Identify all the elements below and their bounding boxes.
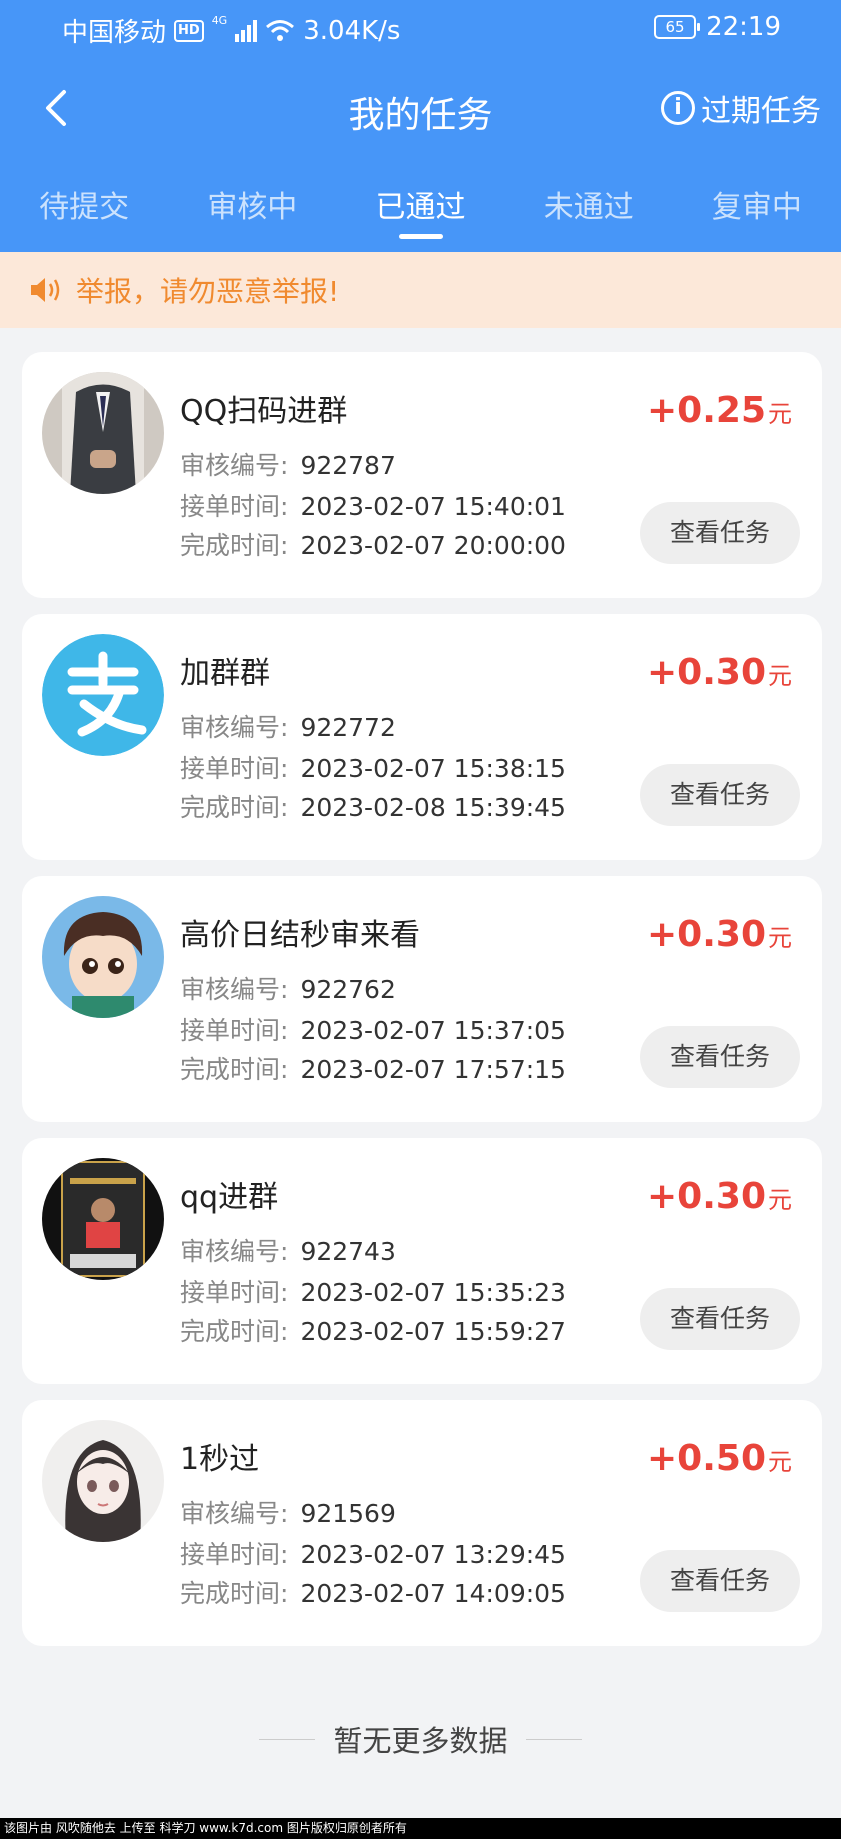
- finish-time-row: 完成时间: 2023-02-07 17:57:15: [180, 1055, 566, 1084]
- task-title: 高价日结秒审来看: [180, 918, 420, 953]
- accept-time-row: 接单时间: 2023-02-07 15:40:01: [180, 492, 566, 521]
- finish-time: 2023-02-07 14:09:05: [300, 1579, 566, 1608]
- accept-time: 2023-02-07 13:29:45: [300, 1540, 566, 1569]
- network-speed: 3.04K/s: [303, 15, 401, 46]
- tab-reviewing[interactable]: 审核中: [168, 176, 336, 252]
- header: 中国移动 HD 4G 3.04K/s 65 22:19 我的任务 i 过期任务 …: [0, 0, 841, 252]
- view-task-button[interactable]: 查看任务: [640, 764, 800, 826]
- task-card[interactable]: 1秒过 审核编号: 921569 接单时间: 2023-02-07 13:29:45…: [22, 1400, 822, 1646]
- review-number-row: 审核编号: 922772: [180, 713, 396, 742]
- finish-time-row: 完成时间: 2023-02-07 20:00:00: [180, 531, 566, 560]
- task-title: 加群群: [180, 656, 270, 691]
- alipay-logo-avatar: [42, 634, 164, 756]
- finish-time: 2023-02-07 20:00:00: [300, 531, 566, 560]
- expired-tasks-label: 过期任务: [701, 94, 821, 129]
- task-card[interactable]: 高价日结秒审来看 审核编号: 922762 接单时间: 2023-02-07 15:…: [22, 876, 822, 1122]
- view-task-button[interactable]: 查看任务: [640, 1550, 800, 1612]
- accept-time: 2023-02-07 15:38:15: [300, 754, 566, 783]
- review-number: 921569: [300, 1499, 396, 1528]
- notice-bar: 举报，请勿恶意举报!: [0, 252, 841, 328]
- review-number: 922787: [300, 451, 396, 480]
- review-number-row: 审核编号: 921569: [180, 1499, 396, 1528]
- reward-amount: +0.30元: [647, 652, 792, 693]
- notice-text: 举报，请勿恶意举报!: [76, 275, 340, 308]
- task-list: QQ扫码进群 审核编号: 922787 接单时间: 2023-02-07 15:40…: [22, 352, 822, 1662]
- divider: [259, 1738, 316, 1740]
- finish-time-row: 完成时间: 2023-02-07 15:59:27: [180, 1317, 566, 1346]
- accept-time-row: 接单时间: 2023-02-07 15:38:15: [180, 754, 566, 783]
- reward-amount: +0.30元: [647, 1176, 792, 1217]
- review-number: 922772: [300, 713, 396, 742]
- accept-time: 2023-02-07 15:37:05: [300, 1016, 566, 1045]
- review-number-row: 审核编号: 922762: [180, 975, 396, 1004]
- accept-time: 2023-02-07 15:40:01: [300, 492, 566, 521]
- poster-avatar: [42, 1158, 164, 1280]
- finish-time-row: 完成时间: 2023-02-08 15:39:45: [180, 793, 566, 822]
- accept-time-row: 接单时间: 2023-02-07 15:35:23: [180, 1278, 566, 1307]
- finish-time-row: 完成时间: 2023-02-07 14:09:05: [180, 1579, 566, 1608]
- battery-icon: 65: [654, 15, 701, 39]
- cartoon-boy-avatar: [42, 896, 164, 1018]
- divider: [525, 1738, 582, 1740]
- task-title: qq进群: [180, 1180, 279, 1215]
- clock: 22:19: [706, 12, 781, 42]
- view-task-button[interactable]: 查看任务: [640, 502, 800, 564]
- review-number: 922743: [300, 1237, 396, 1266]
- task-card[interactable]: 加群群 审核编号: 922772 接单时间: 2023-02-07 15:38:15…: [22, 614, 822, 860]
- person-in-suit-avatar: [42, 372, 164, 494]
- tab-approved[interactable]: 已通过: [336, 176, 504, 252]
- nav-bar: 我的任务 i 过期任务: [0, 70, 841, 146]
- view-task-button[interactable]: 查看任务: [640, 1288, 800, 1350]
- anime-girl-avatar: [42, 1420, 164, 1542]
- wifi-icon: [266, 19, 295, 41]
- review-number: 922762: [300, 975, 396, 1004]
- task-title: QQ扫码进群: [180, 394, 348, 429]
- reward-amount: +0.25元: [647, 390, 792, 431]
- finish-time: 2023-02-08 15:39:45: [300, 793, 566, 822]
- info-icon: i: [661, 91, 695, 125]
- status-bar: 中国移动 HD 4G 3.04K/s 65 22:19: [0, 0, 841, 60]
- reward-amount: +0.30元: [647, 914, 792, 955]
- speaker-icon: [31, 278, 60, 302]
- accept-time-row: 接单时间: 2023-02-07 15:37:05: [180, 1016, 566, 1045]
- task-card[interactable]: qq进群 审核编号: 922743 接单时间: 2023-02-07 15:35:2…: [22, 1138, 822, 1384]
- tab-re-review[interactable]: 复审中: [673, 176, 841, 252]
- finish-time: 2023-02-07 15:59:27: [300, 1317, 566, 1346]
- signal-icon: [235, 19, 258, 42]
- review-number-row: 审核编号: 922787: [180, 451, 396, 480]
- tab-rejected[interactable]: 未通过: [505, 176, 673, 252]
- tab-pending-submit[interactable]: 待提交: [0, 176, 168, 252]
- watermark-bar: 该图片由 风吹随他去 上传至 科学刀 www.k7d.com 图片版权归原创者所…: [0, 1818, 841, 1839]
- expired-tasks-button[interactable]: i 过期任务: [661, 86, 821, 130]
- reward-amount: +0.50元: [647, 1438, 792, 1479]
- task-card[interactable]: QQ扫码进群 审核编号: 922787 接单时间: 2023-02-07 15:40…: [22, 352, 822, 598]
- accept-time: 2023-02-07 15:35:23: [300, 1278, 566, 1307]
- view-task-button[interactable]: 查看任务: [640, 1026, 800, 1088]
- no-more-data: 暂无更多数据: [0, 1718, 841, 1760]
- accept-time-row: 接单时间: 2023-02-07 13:29:45: [180, 1540, 566, 1569]
- finish-time: 2023-02-07 17:57:15: [300, 1055, 566, 1084]
- carrier-name: 中国移动: [62, 18, 167, 48]
- hd-badge: HD: [174, 19, 204, 42]
- task-title: 1秒过: [180, 1442, 260, 1477]
- no-more-text: 暂无更多数据: [333, 1724, 508, 1758]
- review-number-row: 审核编号: 922743: [180, 1237, 396, 1266]
- network-type: 4G: [211, 14, 228, 27]
- status-tabs: 待提交 审核中 已通过 未通过 复审中: [0, 176, 841, 252]
